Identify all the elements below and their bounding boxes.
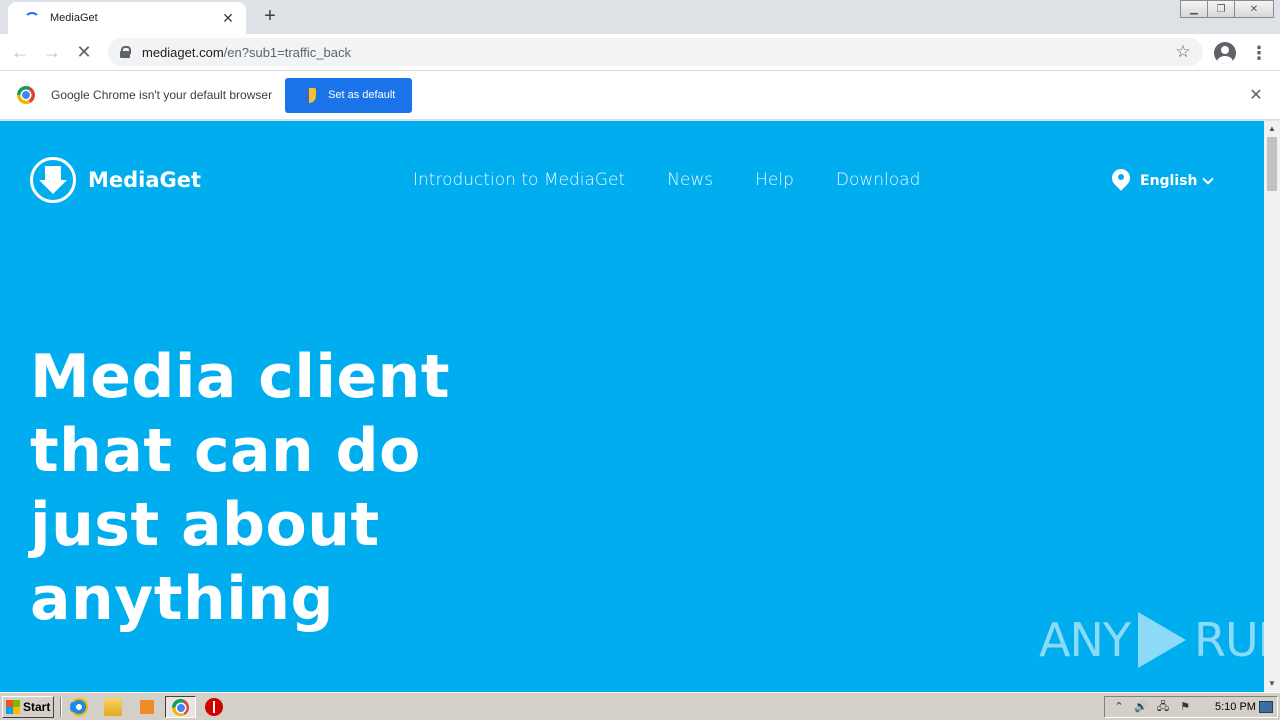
default-browser-infobar: Google Chrome isn't your default browser… <box>0 71 1280 120</box>
site-logo-text: MediaGet <box>88 168 202 192</box>
new-tab-button[interactable]: + <box>258 6 282 27</box>
volume-icon[interactable]: 🔊 <box>1133 700 1149 714</box>
hero-line-3: just about <box>30 490 380 560</box>
infobar-close-icon[interactable]: ✕ <box>1246 86 1266 106</box>
play-icon <box>1134 610 1190 670</box>
loading-spinner-icon <box>22 10 40 26</box>
clock[interactable]: 5:10 PM <box>1215 701 1256 713</box>
start-label: Start <box>23 700 51 714</box>
set-as-default-label: Set as default <box>328 89 396 101</box>
tray-expand-icon[interactable]: ⌃ <box>1111 700 1127 714</box>
tab-strip: MediaGet ✕ + ▁ ❐ ✕ <box>0 0 1280 34</box>
hero-line-4: anything <box>30 564 334 634</box>
location-pin-icon <box>1112 169 1130 193</box>
url-host: mediaget.com <box>142 44 224 60</box>
chrome-logo-icon <box>17 86 35 104</box>
nav-help[interactable]: Help <box>755 170 794 190</box>
watermark-right: RUN <box>1193 613 1264 667</box>
opera-icon[interactable] <box>205 698 223 716</box>
back-button[interactable]: ← <box>6 38 34 66</box>
page-scrollbar[interactable]: ▲ ▼ <box>1264 121 1280 692</box>
network-icon[interactable]: 🖧 <box>1155 700 1171 714</box>
chrome-icon <box>172 699 189 716</box>
forward-button[interactable]: → <box>38 38 66 66</box>
scroll-up-arrow-icon[interactable]: ▲ <box>1264 121 1280 137</box>
restore-button[interactable]: ❐ <box>1207 0 1235 18</box>
action-center-flag-icon[interactable]: ⚑ <box>1177 700 1193 714</box>
watermark-left: ANY <box>1039 613 1131 667</box>
language-label: English <box>1140 173 1198 189</box>
anyrun-watermark: ANY RUN <box>1039 610 1264 670</box>
tab-mediaget[interactable]: MediaGet ✕ <box>8 2 246 34</box>
hero-line-1: Media client <box>30 342 451 412</box>
nav-introduction[interactable]: Introduction to MediaGet <box>413 170 625 190</box>
site-nav: Introduction to MediaGet News Help Downl… <box>413 170 962 190</box>
language-selector[interactable]: English <box>1112 169 1215 193</box>
show-desktop-icon[interactable] <box>1259 701 1273 713</box>
url-text[interactable]: mediaget.com/en?sub1=traffic_back <box>142 45 1171 60</box>
download-arrow-icon <box>30 157 76 203</box>
window-close-button[interactable]: ✕ <box>1234 0 1274 18</box>
minimize-button[interactable]: ▁ <box>1180 0 1208 18</box>
windows-taskbar: Start ⌃ 🔊 🖧 ⚑ 5:10 PM <box>0 692 1280 720</box>
start-button[interactable]: Start <box>2 696 54 718</box>
uac-shield-icon <box>302 87 317 103</box>
chrome-menu-icon[interactable]: ⋮ <box>1250 42 1268 64</box>
file-explorer-icon[interactable] <box>104 698 122 716</box>
scroll-thumb[interactable] <box>1267 137 1277 191</box>
taskbar-separator <box>60 697 62 717</box>
hero-headline: Media client that can do just about anyt… <box>30 340 470 636</box>
url-path: /en?sub1=traffic_back <box>223 44 351 60</box>
scroll-down-arrow-icon[interactable]: ▼ <box>1264 676 1280 692</box>
window-controls: ▁ ❐ ✕ <box>1180 0 1274 18</box>
stop-loading-button[interactable]: ✕ <box>70 38 98 66</box>
profile-avatar-icon[interactable] <box>1214 42 1236 64</box>
hero-line-2: that can do <box>30 416 421 486</box>
tab-title: MediaGet <box>50 12 98 24</box>
tab-close-icon[interactable]: ✕ <box>220 10 236 26</box>
chevron-down-icon <box>1202 173 1215 185</box>
set-as-default-button[interactable]: Set as default <box>285 77 413 113</box>
media-player-icon[interactable] <box>138 698 156 716</box>
browser-toolbar: ← → ✕ mediaget.com/en?sub1=traffic_back … <box>0 34 1280 71</box>
taskbar-chrome-button[interactable] <box>165 696 196 718</box>
windows-flag-icon <box>6 700 20 714</box>
nav-download[interactable]: Download <box>836 170 921 190</box>
mediaget-page: MediaGet Introduction to MediaGet News H… <box>0 121 1264 692</box>
nav-news[interactable]: News <box>667 170 713 190</box>
lock-icon[interactable] <box>120 46 131 58</box>
internet-explorer-icon[interactable] <box>70 698 88 716</box>
system-tray: ⌃ 🔊 🖧 ⚑ 5:10 PM <box>1104 696 1278 718</box>
site-logo[interactable]: MediaGet <box>30 157 201 203</box>
infobar-message: Google Chrome isn't your default browser <box>51 88 273 102</box>
bookmark-star-icon[interactable]: ☆ <box>1171 42 1195 62</box>
address-bar[interactable]: mediaget.com/en?sub1=traffic_back ☆ <box>108 38 1203 66</box>
